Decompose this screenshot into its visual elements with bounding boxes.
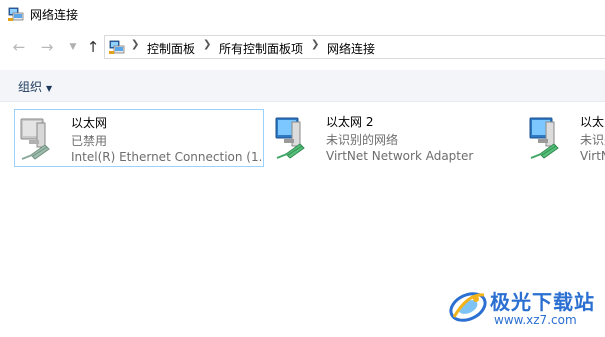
network-connections-icon <box>8 7 24 21</box>
recent-locations-chevron-icon[interactable]: ▼ <box>64 38 82 56</box>
address-bar-area: ← → ▼ ↑ ❯ 控制面板 ❯ 所有控制面板项 ❯ 网络连接 <box>0 30 605 66</box>
connection-item-ethernet-3[interactable]: 以太网 未识别 VirtNet <box>524 109 605 167</box>
window-title: 网络连接 <box>30 8 79 22</box>
connections-list: 以太网 已禁用 Intel(R) Ethernet Connection (1.… <box>0 103 605 337</box>
network-adapter-icon <box>529 117 559 159</box>
connection-item-ethernet[interactable]: 以太网 已禁用 Intel(R) Ethernet Connection (1.… <box>14 109 264 167</box>
connection-item-ethernet-2[interactable]: 以太网 2 未识别的网络 VirtNet Network Adapter <box>270 109 520 167</box>
watermark-url: www.xz7.com <box>494 313 577 327</box>
connection-device: VirtNet Network Adapter <box>326 149 474 163</box>
chevron-right-icon[interactable]: ❯ <box>203 39 211 50</box>
connection-name: 以太网 <box>71 116 108 130</box>
network-adapter-disabled-icon <box>20 118 50 160</box>
connection-status: 未识别 <box>580 133 605 147</box>
caret-down-icon: ▼ <box>46 84 53 93</box>
breadcrumb-all-control-panel-items[interactable]: 所有控制面板项 <box>219 40 303 57</box>
organize-label: 组织 <box>18 80 43 94</box>
connection-status: 未识别的网络 <box>326 133 399 147</box>
forward-arrow-icon[interactable]: → <box>38 38 56 56</box>
control-panel-icon <box>109 40 125 54</box>
watermark: 极光下载站 www.xz7.com <box>446 281 602 331</box>
breadcrumb-network-connections[interactable]: 网络连接 <box>327 40 375 57</box>
up-arrow-icon[interactable]: ↑ <box>84 38 102 56</box>
connection-device: VirtNet <box>580 149 605 163</box>
breadcrumb-control-panel[interactable]: 控制面板 <box>147 40 195 57</box>
command-bar: 组织 ▼ <box>0 70 605 102</box>
connection-name: 以太网 <box>580 115 605 129</box>
title-bar: 网络连接 <box>0 0 605 30</box>
organize-menu-button[interactable]: 组织 ▼ <box>18 78 52 95</box>
network-adapter-icon <box>275 117 305 159</box>
watermark-site-name: 极光下载站 <box>490 290 595 314</box>
connection-name: 以太网 2 <box>326 115 374 129</box>
back-arrow-icon[interactable]: ← <box>10 38 28 56</box>
connection-status: 已禁用 <box>71 134 108 148</box>
connection-device: Intel(R) Ethernet Connection (1... <box>71 150 261 164</box>
chevron-right-icon[interactable]: ❯ <box>131 39 139 50</box>
chevron-right-icon[interactable]: ❯ <box>311 39 319 50</box>
aurora-logo-icon <box>449 292 487 322</box>
address-box[interactable]: ❯ 控制面板 ❯ 所有控制面板项 ❯ 网络连接 <box>104 35 605 59</box>
